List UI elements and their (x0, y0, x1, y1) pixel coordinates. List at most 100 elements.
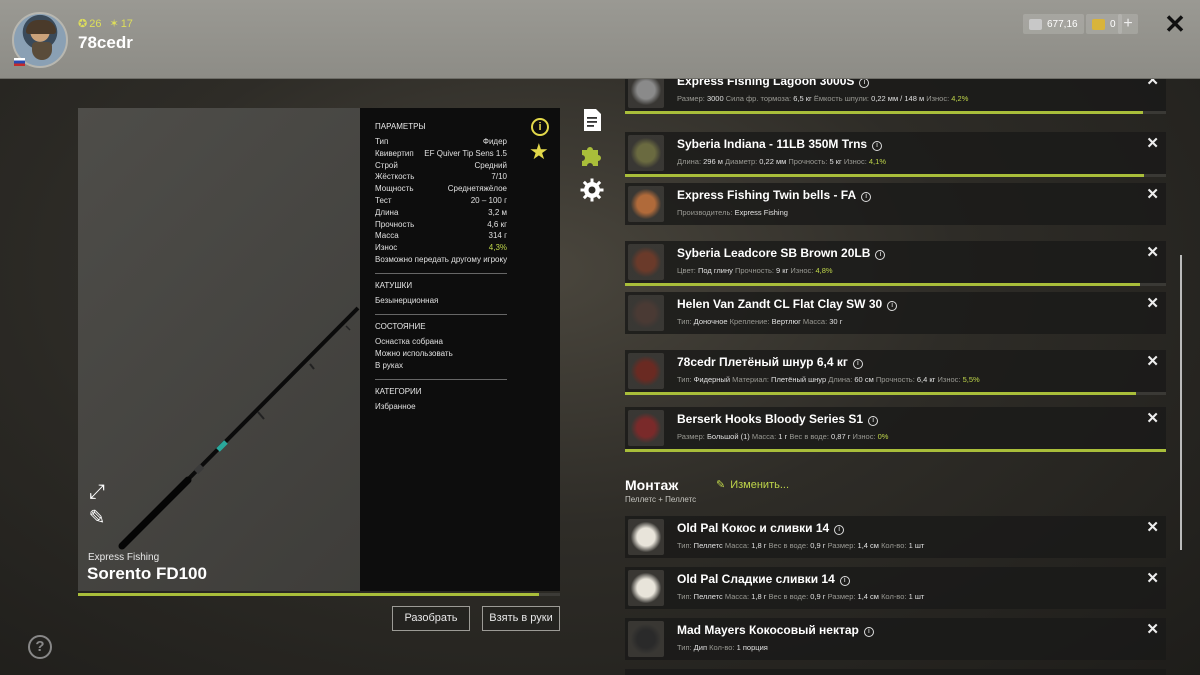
top-bar: ✪ 26 ✶ 17 78cedr 677,16 0 + ✕ (0, 0, 1200, 79)
param-value: Фидер (482, 137, 507, 146)
info-icon[interactable]: i (872, 141, 883, 151)
level-stat: ✪ 26 (78, 17, 102, 31)
tackle-item[interactable]: Syberia Leadcore SB Brown 20LB i Цвет: Под… (625, 241, 1166, 283)
item-name-text: Mad Mayers Кокосовый нектар (677, 623, 859, 637)
info-icon[interactable]: i (868, 416, 879, 426)
rod-brand: Express Fishing (88, 552, 160, 563)
detail-label: Крепление: (729, 317, 772, 326)
info-icon[interactable]: i (859, 79, 870, 88)
param-label: Прочность (375, 219, 415, 229)
remove-icon[interactable]: ✕ (1146, 79, 1159, 89)
help-icon[interactable]: ? (28, 635, 52, 659)
info-icon[interactable]: i (861, 192, 872, 202)
wear-fill (625, 111, 1144, 114)
param-value: Среднетяжёлое (447, 184, 507, 194)
rod-wear-fill (78, 593, 540, 596)
pencil-icon[interactable]: ✎ (86, 507, 108, 529)
item-details: Тип: Пеллетс Масса: 1,8 г Вес в воде: 0,… (677, 592, 924, 601)
detail-value: 6,5 кг (793, 94, 812, 103)
item-name: Syberia Leadcore SB Brown 20LB i (677, 246, 886, 260)
remove-icon[interactable]: ✕ (1146, 134, 1159, 152)
tackle-item[interactable]: Old Pal Сладкие сливки 14 i Тип: Пеллетс М… (625, 567, 1166, 609)
remove-icon[interactable]: ✕ (1146, 409, 1159, 427)
wear-bar (625, 449, 1166, 452)
wear-bar (625, 111, 1166, 114)
tackle-item[interactable]: Mad Mayers Кокосовый нектар i Тип: Дип Кол… (625, 618, 1166, 660)
item-name: Helen Van Zandt CL Flat Clay SW 30 i (677, 297, 898, 311)
take-in-hands-button[interactable]: Взять в руки (482, 606, 560, 631)
tackle-item[interactable]: Berserk Hooks Bloody Series S1 i Размер: Б… (625, 407, 1166, 449)
tackle-item[interactable]: Express Fishing Lagoon 3000S i Размер: 300… (625, 79, 1166, 111)
expand-icon[interactable]: ⤢ (86, 481, 108, 503)
tackle-item[interactable]: Old Pal Кокос и сливки 14 i Тип: Пеллетс М… (625, 516, 1166, 558)
detail-label: Тип: (677, 643, 694, 652)
edit-rig-button[interactable]: ✎ Изменить... (716, 478, 789, 492)
item-name: Express Fishing Twin bells - FA i (677, 188, 872, 202)
tackle-item[interactable]: Syberia Indiana - 11LB 350M Trns i Длина: … (625, 132, 1166, 174)
puzzle-icon[interactable] (580, 143, 604, 167)
categories-title: КАТЕГОРИИ (375, 386, 422, 396)
param-row: Тест 20 – 100 г (375, 195, 546, 207)
tackle-item[interactable] (625, 669, 1166, 675)
detail-label: Длина: (828, 375, 855, 384)
tackle-item[interactable]: Express Fishing Twin bells - FA i Производ… (625, 183, 1166, 225)
info-icon[interactable]: i (839, 576, 850, 586)
info-icon[interactable]: i (834, 525, 845, 535)
detail-label: Прочность: (875, 375, 917, 384)
remove-icon[interactable]: ✕ (1146, 518, 1159, 536)
state-in-hands: В руках (375, 360, 404, 370)
silver-amount: 677,16 (1047, 18, 1078, 30)
param-value: 20 – 100 г (470, 195, 507, 205)
info-icon[interactable]: i (875, 250, 886, 260)
tackle-item[interactable]: Helen Van Zandt CL Flat Clay SW 30 i Тип: … (625, 292, 1166, 334)
wear-bar (625, 283, 1166, 286)
close-icon[interactable]: ✕ (1163, 11, 1187, 37)
param-label: Масса (375, 231, 399, 241)
info-icon[interactable]: i (863, 627, 874, 637)
info-icon[interactable]: i (887, 301, 898, 311)
info-icon[interactable]: i (531, 118, 549, 136)
wear-bar (625, 392, 1166, 395)
item-details: Тип: Дип Кол-во: 1 порция (677, 643, 768, 652)
remove-icon[interactable]: ✕ (1146, 569, 1159, 587)
document-icon[interactable] (580, 108, 604, 132)
detail-value: 1,4 см (857, 592, 879, 601)
scrollbar[interactable] (1180, 255, 1182, 550)
item-thumbnail (628, 621, 664, 657)
state-title: СОСТОЯНИЕ (375, 321, 426, 331)
detail-label: Диаметр: (725, 157, 760, 166)
favorite-star-icon[interactable]: ★ (529, 141, 549, 163)
detail-label: Цвет: (677, 266, 698, 275)
disassemble-button[interactable]: Разобрать (392, 606, 470, 631)
remove-icon[interactable]: ✕ (1146, 185, 1159, 203)
remove-icon[interactable]: ✕ (1146, 243, 1159, 261)
param-label: Строй (375, 160, 398, 170)
params-list: Тип Фидер Квивертип EF Quiver Tip Sens 1.5 С… (375, 136, 546, 254)
rod-parameters-panel: i ★ ПАРАМЕТРЫ Тип Фидер Квивертип EF Quiver… (360, 108, 560, 591)
remove-icon[interactable]: ✕ (1146, 620, 1159, 638)
detail-label: Размер: (677, 432, 707, 441)
russia-flag-icon (14, 58, 25, 66)
detail-value: 60 см (854, 375, 874, 384)
detail-value: Плетёный шнур (771, 375, 827, 384)
remove-icon[interactable]: ✕ (1146, 294, 1159, 312)
tackle-item[interactable]: 78cedr Плетёный шнур 6,4 кг i Тип: Фидерны… (625, 350, 1166, 392)
item-name: 78cedr Плетёный шнур 6,4 кг i (677, 355, 863, 369)
item-thumbnail (628, 135, 664, 171)
detail-label: Кол-во: (881, 592, 909, 601)
param-value: 4,3% (488, 243, 507, 253)
wear-bar (625, 174, 1166, 177)
detail-value: 30 г (829, 317, 843, 326)
add-currency-button[interactable]: + (1118, 14, 1138, 34)
param-row: Строй Средний (375, 160, 546, 172)
param-label: Мощность (375, 184, 414, 194)
detail-label: Производитель: (677, 208, 735, 217)
param-row: Длина 3,2 м (375, 207, 546, 219)
remove-icon[interactable]: ✕ (1146, 352, 1159, 370)
info-icon[interactable]: i (852, 359, 863, 369)
divider (375, 378, 507, 380)
item-details: Производитель: Express Fishing (677, 208, 788, 217)
item-thumbnail (628, 186, 664, 222)
gear-icon[interactable] (580, 178, 604, 202)
detail-label: Вес в воде: (768, 541, 811, 550)
